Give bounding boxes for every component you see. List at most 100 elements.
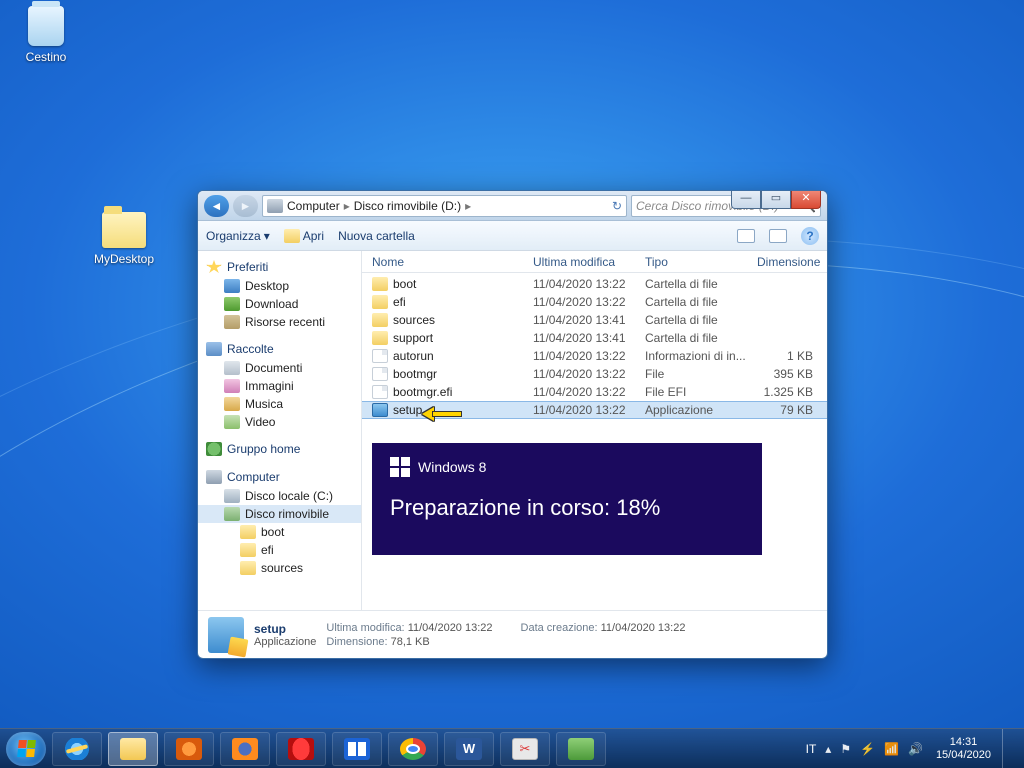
tray-chevron-icon[interactable]: ▴: [825, 742, 831, 756]
preview-pane-button[interactable]: [769, 229, 787, 243]
refresh-icon[interactable]: ↻: [612, 199, 622, 213]
view-options-button[interactable]: [737, 229, 755, 243]
sidebar-item-sources[interactable]: sources: [198, 559, 361, 577]
sidebar-homegroup[interactable]: Gruppo home: [198, 439, 361, 459]
taskbar-explorer[interactable]: [108, 732, 158, 766]
file-row-bootmgr[interactable]: bootmgr11/04/2020 13:22File395 KB: [362, 365, 827, 383]
mydesktop-label: MyDesktop: [94, 252, 154, 266]
volume-icon[interactable]: 🔊: [908, 742, 923, 756]
col-type[interactable]: Tipo: [645, 255, 757, 269]
nav-back-button[interactable]: ◄: [204, 195, 229, 217]
sidebar-computer[interactable]: Computer: [198, 467, 361, 487]
open-icon: [284, 229, 300, 243]
media-player-icon: [176, 738, 202, 760]
file-row-efi[interactable]: efi11/04/2020 13:22Cartella di file: [362, 293, 827, 311]
power-icon[interactable]: ⚡: [860, 742, 875, 756]
folder-icon: [102, 212, 146, 248]
setup-app-icon: [208, 617, 244, 653]
folder-icon: [372, 331, 388, 345]
taskbar-firefox[interactable]: [220, 732, 270, 766]
breadcrumb-computer[interactable]: Computer: [287, 199, 340, 213]
file-row-autorun[interactable]: autorun11/04/2020 13:22Informazioni di i…: [362, 347, 827, 365]
details-subtitle: Applicazione: [254, 636, 316, 648]
images-icon: [224, 379, 240, 393]
sidebar-libraries[interactable]: Raccolte: [198, 339, 361, 359]
close-button[interactable]: ✕: [791, 190, 821, 209]
file-list-pane: Nome Ultima modifica Tipo Dimensione boo…: [362, 251, 827, 610]
sidebar-item-images[interactable]: Immagini: [198, 377, 361, 395]
help-button[interactable]: ?: [801, 227, 819, 245]
file-icon: [372, 349, 388, 363]
clock[interactable]: 14:31 15/04/2020: [936, 736, 991, 762]
download-icon: [224, 297, 240, 311]
taskbar-media-player[interactable]: [164, 732, 214, 766]
computer-icon: [267, 199, 283, 213]
sidebar-item-local-disk[interactable]: Disco locale (C:): [198, 487, 361, 505]
taskbar-maxthon[interactable]: [332, 732, 382, 766]
chevron-right-icon: ▸: [465, 199, 471, 213]
toolbar: Organizza ▾ Apri Nuova cartella ?: [198, 221, 827, 251]
organize-menu[interactable]: Organizza ▾: [206, 229, 270, 243]
sidebar-item-boot[interactable]: boot: [198, 523, 361, 541]
folder-icon: [372, 313, 388, 327]
network-icon[interactable]: 📶: [884, 742, 899, 756]
mydesktop-folder[interactable]: MyDesktop: [86, 212, 162, 266]
maximize-button[interactable]: ▭: [761, 190, 791, 209]
open-button[interactable]: Apri: [284, 229, 324, 243]
breadcrumb-drive[interactable]: Disco rimovibile (D:): [354, 199, 461, 213]
taskbar-snipping-tool[interactable]: [500, 732, 550, 766]
taskbar-installer[interactable]: [556, 732, 606, 766]
sidebar-item-recent[interactable]: Risorse recenti: [198, 313, 361, 331]
sidebar-item-documents[interactable]: Documenti: [198, 359, 361, 377]
language-indicator[interactable]: IT: [806, 742, 817, 756]
file-row-bootmgr-efi[interactable]: bootmgr.efi11/04/2020 13:22File EFI1.325…: [362, 383, 827, 401]
usb-drive-icon: [224, 507, 240, 521]
col-name[interactable]: Nome: [372, 255, 533, 269]
folder-icon: [240, 525, 256, 539]
start-button[interactable]: [6, 732, 46, 766]
sidebar-item-removable-disk[interactable]: Disco rimovibile: [198, 505, 361, 523]
libraries-icon: [206, 342, 222, 356]
nav-forward-button[interactable]: ►: [233, 195, 258, 217]
taskbar-ie[interactable]: [52, 732, 102, 766]
desktop-icon: [224, 279, 240, 293]
file-row-sources[interactable]: sources11/04/2020 13:41Cartella di file: [362, 311, 827, 329]
taskbar-opera[interactable]: [276, 732, 326, 766]
sidebar-item-video[interactable]: Video: [198, 413, 361, 431]
scissors-icon: [512, 738, 538, 760]
system-tray: IT ▴ ⚑ ⚡ 📶 🔊 14:31 15/04/2020: [806, 729, 1018, 768]
column-headers[interactable]: Nome Ultima modifica Tipo Dimensione: [362, 251, 827, 273]
show-desktop-button[interactable]: [1002, 729, 1014, 768]
recycle-bin-icon: [28, 6, 64, 46]
sidebar-item-download[interactable]: Download: [198, 295, 361, 313]
action-center-icon[interactable]: ⚑: [840, 742, 851, 756]
file-row-support[interactable]: support11/04/2020 13:41Cartella di file: [362, 329, 827, 347]
clock-time: 14:31: [936, 736, 991, 749]
col-size[interactable]: Dimensione: [757, 255, 827, 269]
details-pane: setup Applicazione Ultima modifica: 11/0…: [198, 610, 827, 658]
maxthon-icon: [344, 738, 370, 760]
annotation-arrow: [422, 407, 466, 421]
address-bar[interactable]: Computer ▸ Disco rimovibile (D:) ▸ ↻: [262, 195, 627, 217]
setup-progress-overlay: Windows 8 Preparazione in corso: 18%: [372, 443, 762, 555]
col-modified[interactable]: Ultima modifica: [533, 255, 645, 269]
taskbar-word[interactable]: W: [444, 732, 494, 766]
recycle-bin[interactable]: Cestino: [8, 6, 84, 64]
sidebar-item-desktop[interactable]: Desktop: [198, 277, 361, 295]
windows-logo-icon: [390, 457, 410, 477]
details-title: setup: [254, 622, 286, 636]
new-folder-button[interactable]: Nuova cartella: [338, 229, 415, 243]
chevron-right-icon: ▸: [344, 199, 350, 213]
sidebar-item-efi[interactable]: efi: [198, 541, 361, 559]
taskbar-chrome[interactable]: [388, 732, 438, 766]
file-rows: boot11/04/2020 13:22Cartella di fileefi1…: [362, 273, 827, 610]
windows-flag-icon: [17, 740, 36, 757]
documents-icon: [224, 361, 240, 375]
folder-icon: [372, 295, 388, 309]
minimize-button[interactable]: —: [731, 190, 761, 209]
recycle-bin-label: Cestino: [26, 50, 67, 64]
file-row-boot[interactable]: boot11/04/2020 13:22Cartella di file: [362, 275, 827, 293]
opera-icon: [288, 738, 314, 760]
sidebar-favorites[interactable]: Preferiti: [198, 257, 361, 277]
sidebar-item-music[interactable]: Musica: [198, 395, 361, 413]
